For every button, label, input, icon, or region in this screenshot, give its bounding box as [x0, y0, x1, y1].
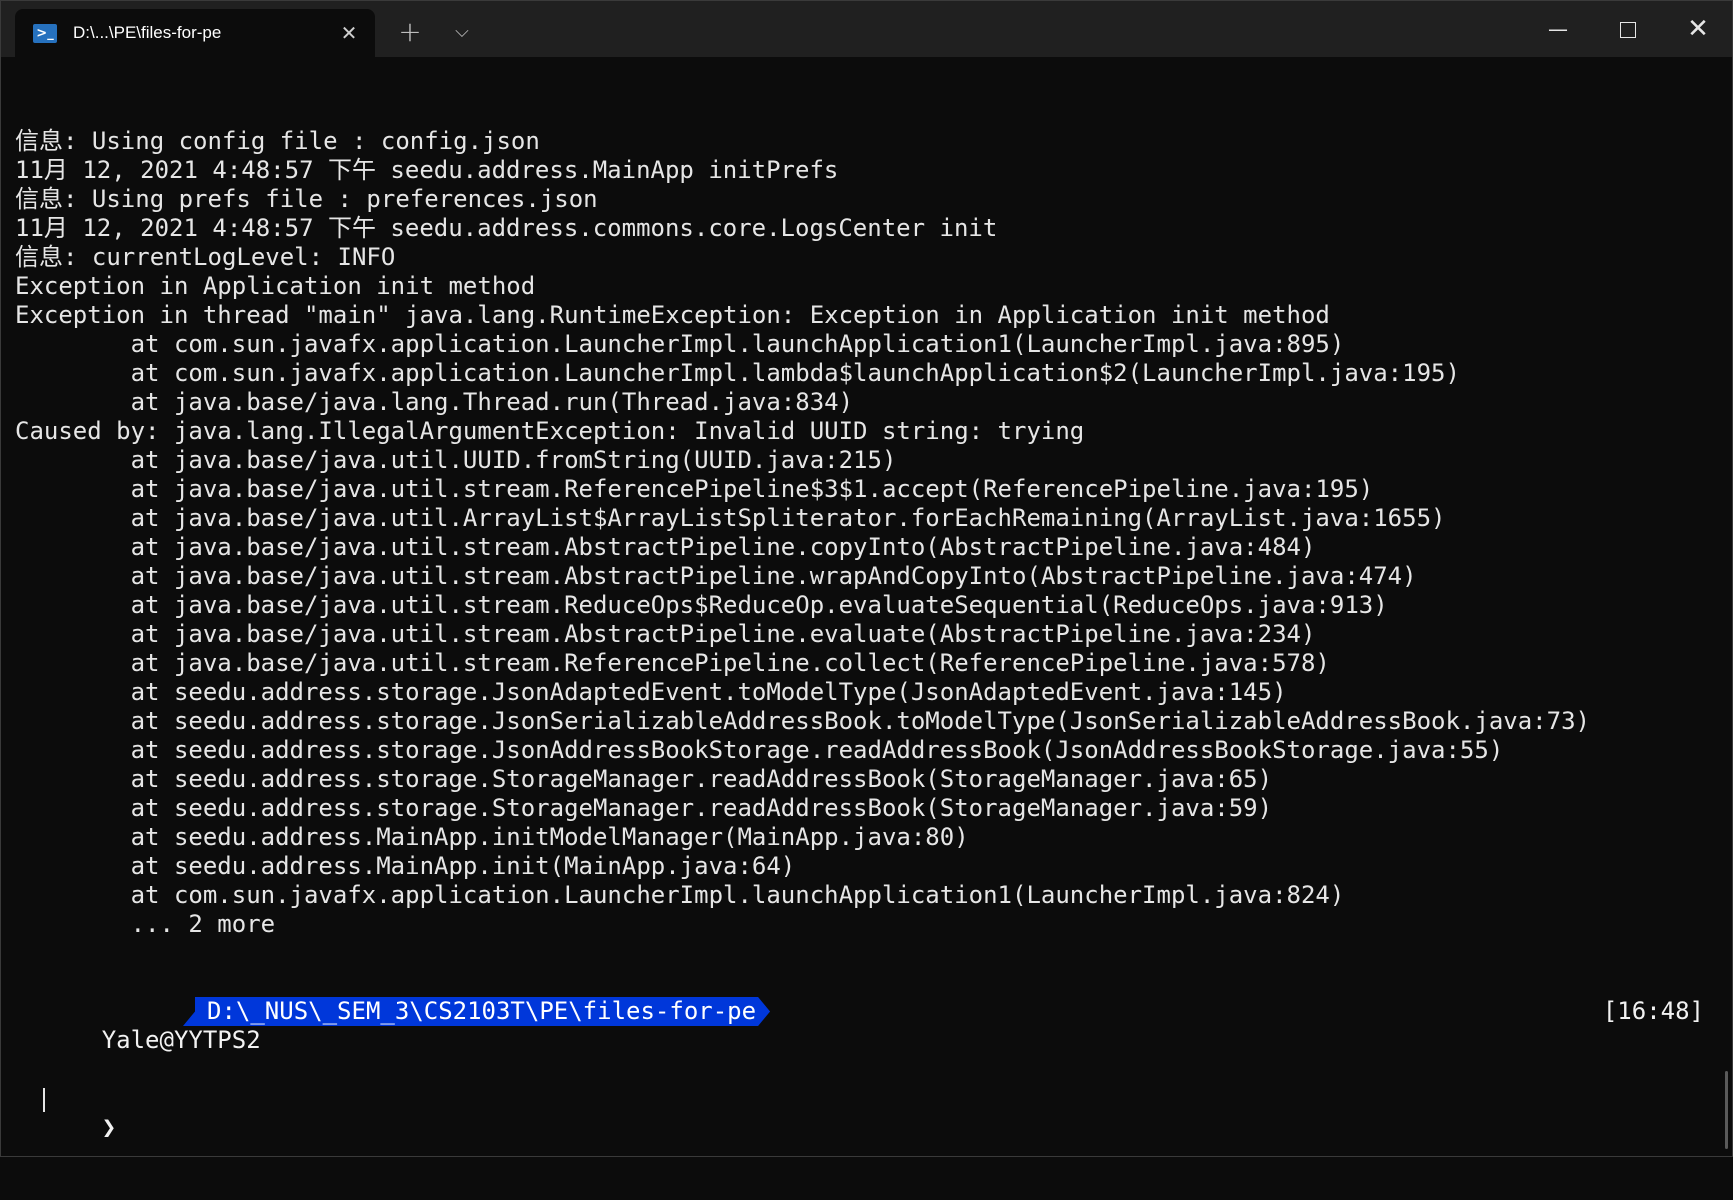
output-line: 11月 12, 2021 4:48:57 下午 seedu.address.Ma… — [15, 156, 839, 184]
scrollbar[interactable] — [1725, 1071, 1728, 1149]
output-line: at com.sun.javafx.application.LauncherIm… — [15, 330, 1345, 358]
tab-title: D:\...\PE\files-for-pe — [73, 23, 222, 42]
output-line: 信息: Using prefs file : preferences.json — [15, 185, 598, 213]
output-line: at java.base/java.util.UUID.fromString(U… — [15, 446, 897, 474]
tab-terminal[interactable]: >_ D:\...\PE\files-for-pe ✕ — [15, 9, 375, 57]
output-line: Exception in Application init method — [15, 272, 536, 300]
output-line: at seedu.address.storage.JsonSerializabl… — [15, 707, 1590, 735]
output-line: at java.base/java.util.stream.AbstractPi… — [15, 562, 1417, 590]
output-line: ... 2 more — [15, 910, 276, 938]
prompt-path-segment: D:\_NUS\_SEM_3\CS2103T\PE\files-for-pe — [183, 997, 770, 1026]
tab-close-icon[interactable]: ✕ — [337, 21, 361, 45]
close-icon[interactable]: ✕ — [1664, 1, 1732, 57]
title-bar: >_ D:\...\PE\files-for-pe ✕ + ⌵ — ✕ — [1, 1, 1732, 57]
chevron-down-icon[interactable]: ⌵ — [445, 17, 479, 47]
output-line: at com.sun.javafx.application.LauncherIm… — [15, 359, 1460, 387]
output-line: at java.base/java.util.stream.ReferenceP… — [15, 475, 1374, 503]
new-tab-icon[interactable]: + — [393, 17, 427, 47]
output-line: 11月 12, 2021 4:48:57 下午 seedu.address.co… — [15, 214, 998, 242]
powershell-icon: >_ — [33, 23, 57, 43]
output-line: at seedu.address.storage.StorageManager.… — [15, 765, 1273, 793]
output-lines: 信息: Using config file : config.json 11月 1… — [15, 127, 1712, 939]
output-line: at seedu.address.storage.StorageManager.… — [15, 794, 1273, 822]
output-line: at java.base/java.util.stream.AbstractPi… — [15, 533, 1316, 561]
output-line: 信息: Using config file : config.json — [15, 127, 540, 155]
output-line: Exception in thread "main" java.lang.Run… — [15, 301, 1330, 329]
prompt-line: Yale@YYTPS2 D:\_NUS\_SEM_3\CS2103T\PE\fi… — [15, 997, 1712, 1054]
minimize-icon[interactable]: — — [1524, 1, 1592, 57]
output-line: at java.base/java.lang.Thread.run(Thread… — [15, 388, 854, 416]
output-line: at seedu.address.storage.JsonAddressBook… — [15, 736, 1504, 764]
output-line: at com.sun.javafx.application.LauncherIm… — [15, 881, 1345, 909]
output-line: at seedu.address.MainApp.initModelManage… — [15, 823, 969, 851]
prompt-time: [16:48] — [1602, 997, 1704, 1025]
text-cursor — [43, 1088, 45, 1112]
prompt-user-host: Yale@YYTPS2 — [101, 1026, 261, 1054]
output-line: at seedu.address.MainApp.init(MainApp.ja… — [15, 852, 796, 880]
terminal-output[interactable]: 信息: Using config file : config.json 11月 1… — [15, 69, 1712, 1156]
output-line: at java.base/java.util.stream.ReferenceP… — [15, 649, 1330, 677]
prompt-chevron-icon: ❯ — [101, 1113, 117, 1141]
output-line: at java.base/java.util.stream.AbstractPi… — [15, 620, 1316, 648]
output-line: 信息: currentLogLevel: INFO — [15, 243, 396, 271]
output-line: at seedu.address.storage.JsonAdaptedEven… — [15, 678, 1287, 706]
maximize-icon[interactable] — [1594, 1, 1662, 57]
output-line: at java.base/java.util.ArrayList$ArrayLi… — [15, 504, 1446, 532]
terminal-window: >_ D:\...\PE\files-for-pe ✕ + ⌵ — ✕ 信息: … — [0, 0, 1733, 1157]
output-line: at java.base/java.util.stream.ReduceOps$… — [15, 591, 1388, 619]
input-line[interactable]: ❯ — [15, 1084, 1712, 1141]
output-line: Caused by: java.lang.IllegalArgumentExce… — [15, 417, 1085, 445]
